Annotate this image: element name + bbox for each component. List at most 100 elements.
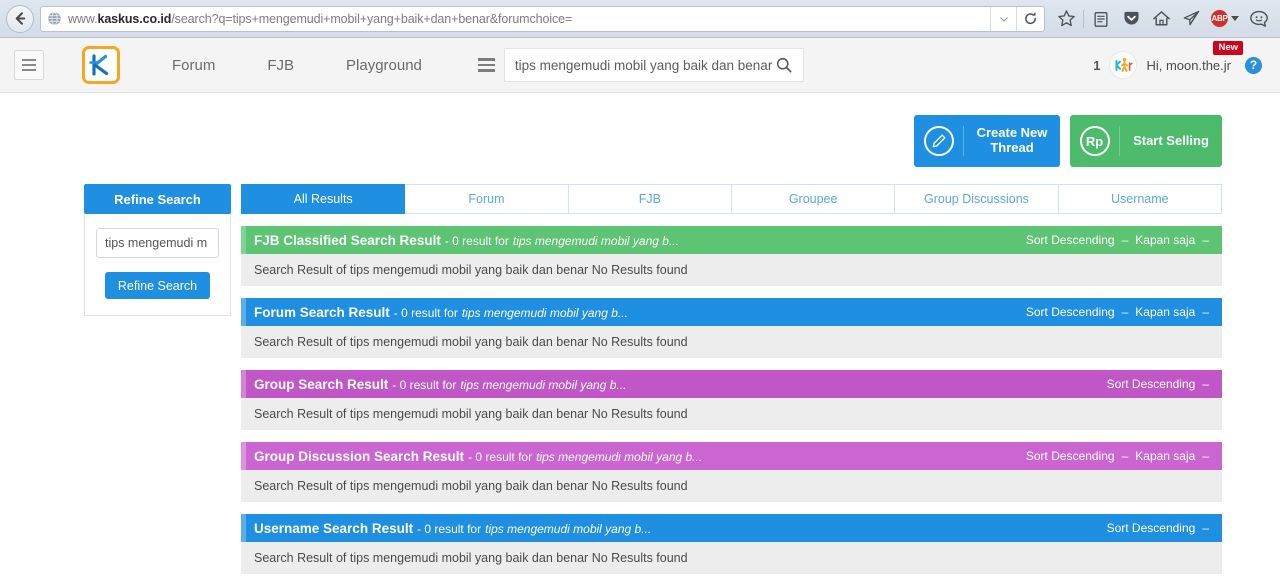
main-menu-button[interactable] — [14, 50, 44, 80]
start-selling-button[interactable]: Rp Start Selling — [1070, 115, 1222, 167]
result-block-group-discussion: Group Discussion Search Result - 0 resul… — [241, 442, 1222, 502]
bookmark-button[interactable] — [1051, 4, 1081, 34]
result-body-text: Search Result of tips mengemudi mobil ya… — [241, 254, 1222, 286]
result-title: Group Search Result — [254, 376, 389, 392]
refine-search-panel: Refine Search — [84, 214, 231, 316]
clipboard-icon — [1094, 11, 1108, 27]
browser-extension-icons: ABP — [1051, 4, 1274, 34]
time-filter-button[interactable]: Kapan saja – — [1135, 305, 1209, 319]
greeting-text: Hi, moon.the.jr — [1146, 57, 1231, 73]
sort-descending-label: Sort Descending — [1025, 305, 1115, 319]
reload-button[interactable] — [1016, 6, 1044, 31]
tab-forum[interactable]: Forum — [405, 184, 569, 214]
result-header-bar: Group Search Result - 0 result for tips … — [241, 370, 1222, 398]
tab-group-discussions[interactable]: Group Discussions — [895, 184, 1059, 214]
tab-groupee[interactable]: Groupee — [731, 184, 896, 214]
result-count: - 0 result for — [392, 377, 457, 392]
nav-item-playground[interactable]: Playground — [320, 57, 448, 74]
result-header-bar: Username Search Result - 0 result for ti… — [241, 514, 1222, 542]
reading-list-button[interactable] — [1086, 4, 1116, 34]
time-filter-label: Kapan saja — [1135, 233, 1196, 247]
sort-descending-label: Sort Descending — [1106, 377, 1196, 391]
sort-descending-button[interactable]: Sort Descending – — [1026, 305, 1128, 319]
greeting-wrap[interactable]: Hi, moon.the.jr New — [1146, 40, 1243, 73]
search-box[interactable] — [503, 48, 804, 82]
hamburger-icon-line — [478, 58, 496, 61]
back-arrow-icon — [15, 12, 25, 25]
search-icon[interactable] — [775, 56, 793, 74]
result-title-wrap: Username Search Result - 0 result for ti… — [246, 521, 1107, 536]
adblock-button[interactable]: ABP — [1206, 4, 1244, 34]
send-button[interactable] — [1176, 4, 1206, 34]
result-query: tips mengemudi mobil yang b... — [460, 377, 627, 392]
sort-descending-button[interactable]: Sort Descending – — [1107, 521, 1209, 535]
result-count: - 0 result for — [468, 449, 533, 464]
search-results-content: All Results Forum FJB Groupee Group Disc… — [241, 184, 1222, 574]
help-icon[interactable]: ? — [1245, 56, 1262, 74]
search-category-menu-button[interactable] — [469, 48, 504, 82]
address-dropdown-button[interactable] — [990, 6, 1016, 31]
tab-fjb[interactable]: FJB — [568, 184, 732, 214]
result-count: - 0 result for — [444, 233, 509, 248]
globe-icon — [48, 11, 61, 26]
time-filter-label: Kapan saja — [1135, 449, 1196, 463]
result-title: Forum Search Result — [254, 304, 390, 320]
result-title-wrap: Forum Search Result - 0 result for tips … — [246, 305, 1026, 320]
result-query: tips mengemudi mobil yang b... — [536, 449, 703, 464]
chevron-down-icon: – — [1202, 521, 1209, 535]
time-filter-button[interactable]: Kapan saja – — [1135, 449, 1209, 463]
result-title: Group Discussion Search Result — [254, 448, 465, 464]
chat-button[interactable] — [1244, 4, 1274, 34]
result-controls: Sort Descending – Kapan saja – — [1026, 233, 1209, 247]
create-new-thread-button[interactable]: Create New Thread — [914, 115, 1060, 167]
nav-item-forum[interactable]: Forum — [146, 57, 241, 74]
reload-icon — [1025, 12, 1036, 25]
home-button[interactable] — [1146, 4, 1176, 34]
tab-username[interactable]: Username — [1058, 184, 1222, 214]
refine-search-input[interactable] — [96, 228, 219, 258]
chat-icon — [1250, 10, 1268, 27]
sort-descending-button[interactable]: Sort Descending – — [1107, 377, 1209, 391]
result-title-wrap: FJB Classified Search Result - 0 result … — [246, 233, 1026, 248]
result-body-text: Search Result of tips mengemudi mobil ya… — [241, 326, 1222, 358]
nav-item-fjb[interactable]: FJB — [241, 57, 320, 74]
browser-toolbar: www.kaskus.co.id/search?q=tips+mengemudi… — [0, 0, 1280, 38]
result-body-text: Search Result of tips mengemudi mobil ya… — [241, 542, 1222, 574]
result-body-text: Search Result of tips mengemudi mobil ya… — [241, 470, 1222, 502]
time-filter-button[interactable]: Kapan saja – — [1135, 233, 1209, 247]
result-tabs: All Results Forum FJB Groupee Group Disc… — [241, 184, 1222, 214]
rupiah-icon-circle: Rp — [1079, 126, 1110, 156]
hamburger-icon-line — [22, 69, 36, 71]
url-host: www. — [68, 11, 98, 26]
site-header: Forum FJB Playground 1 — [0, 38, 1280, 93]
sort-descending-button[interactable]: Sort Descending – — [1026, 449, 1128, 463]
action-buttons-row: Create New Thread Rp Start Selling — [0, 93, 1280, 167]
hamburger-icon-line — [22, 64, 36, 66]
pencil-icon — [932, 134, 946, 148]
browser-back-button[interactable] — [6, 4, 34, 33]
result-block-forum: Forum Search Result - 0 result for tips … — [241, 298, 1222, 358]
header-user-area: 1 Hi, moon.the.jr New ? — [1093, 40, 1266, 79]
sort-descending-button[interactable]: Sort Descending – — [1026, 233, 1128, 247]
address-bar[interactable]: www.kaskus.co.id/search?q=tips+mengemudi… — [40, 5, 1045, 32]
pocket-button[interactable] — [1116, 4, 1146, 34]
kaskus-logo[interactable] — [82, 46, 120, 84]
result-block-group: Group Search Result - 0 result for tips … — [241, 370, 1222, 430]
new-badge: New — [1213, 40, 1243, 55]
create-thread-icon-wrap — [914, 126, 964, 156]
header-search — [469, 48, 804, 82]
pencil-icon-circle — [923, 126, 954, 156]
result-block-username: Username Search Result - 0 result for ti… — [241, 514, 1222, 574]
search-input[interactable] — [514, 57, 775, 73]
result-body-text: Search Result of tips mengemudi mobil ya… — [241, 398, 1222, 430]
hamburger-icon-line — [478, 69, 496, 72]
refine-search-button[interactable]: Refine Search — [104, 272, 211, 299]
tab-all-results[interactable]: All Results — [241, 184, 406, 214]
url-domain: kaskus.co.id — [97, 11, 172, 26]
result-controls: Sort Descending – — [1107, 521, 1209, 535]
avatar[interactable] — [1109, 51, 1138, 79]
notification-count[interactable]: 1 — [1093, 58, 1100, 73]
primary-nav: Forum FJB Playground — [146, 57, 448, 74]
result-count: - 0 result for — [417, 521, 482, 536]
result-header-bar: Group Discussion Search Result - 0 resul… — [241, 442, 1222, 470]
